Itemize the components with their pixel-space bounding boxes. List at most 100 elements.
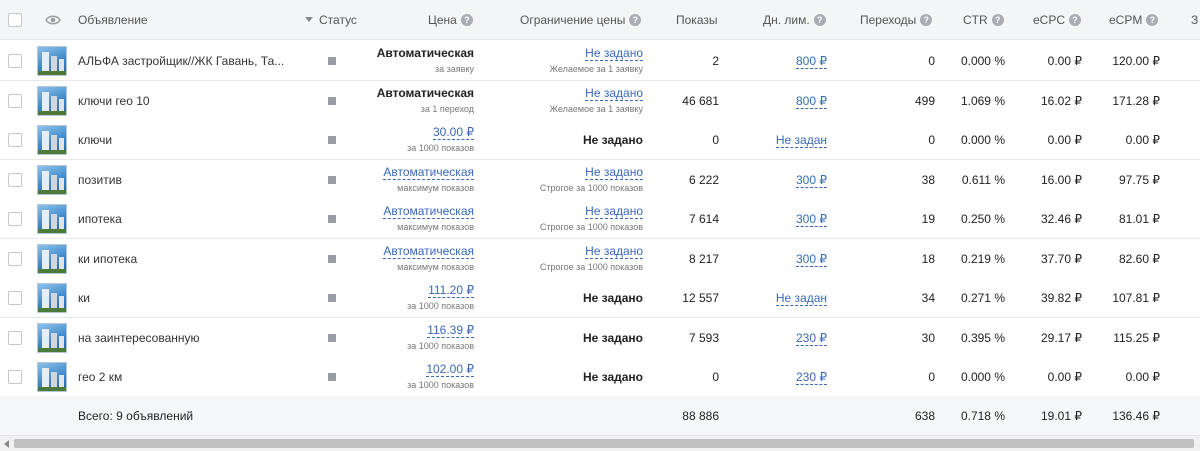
daily-limit-value[interactable]: 300 ₽ xyxy=(796,212,827,227)
help-icon[interactable]: ? xyxy=(1069,14,1082,26)
price-value[interactable]: 102.00 ₽ xyxy=(426,362,474,377)
sort-arrow-icon[interactable] xyxy=(305,17,313,22)
select-all-checkbox[interactable] xyxy=(8,13,22,27)
row-checkbox[interactable] xyxy=(8,251,22,266)
ad-thumbnail-image[interactable] xyxy=(37,204,67,234)
horizontal-scrollbar[interactable] xyxy=(0,436,1200,451)
daily-limit-cell[interactable]: 230 ₽ xyxy=(740,370,827,385)
daily-limit-cell[interactable]: 800 ₽ xyxy=(740,93,827,109)
price-value[interactable]: 30.00 ₽ xyxy=(433,125,474,140)
scrollbar-thumb[interactable] xyxy=(14,439,1194,448)
ad-name-link[interactable]: гео 2 км xyxy=(78,357,122,397)
ad-name-link[interactable]: ки ипотека xyxy=(78,239,137,279)
table-row[interactable]: ключи гео 10 Автоматическая за 1 переход Не… xyxy=(0,80,1200,121)
price-cell[interactable]: Автоматическая xyxy=(340,86,474,100)
eye-icon[interactable] xyxy=(45,12,61,28)
price-value[interactable]: Автоматическая xyxy=(383,243,474,259)
table-row[interactable]: ки ипотека Автоматическая максимум показов… xyxy=(0,238,1200,279)
price-value[interactable]: Автоматическая xyxy=(377,86,474,100)
col-header-status[interactable]: Статус xyxy=(319,0,357,40)
daily-limit-value[interactable]: 230 ₽ xyxy=(796,370,827,385)
table-row[interactable]: АЛЬФА застройщик//ЖК Гавань, Та... Автома… xyxy=(0,41,1200,81)
price-cell[interactable]: Автоматическая xyxy=(340,46,474,60)
clicks-value: 0 xyxy=(928,370,935,384)
price-cell[interactable]: Автоматическая xyxy=(340,204,474,219)
row-checkbox[interactable] xyxy=(8,54,22,68)
daily-limit-cell[interactable]: 230 ₽ xyxy=(740,330,827,346)
scroll-left-arrow-icon[interactable] xyxy=(4,440,9,448)
ecpc-value: 0.00 ₽ xyxy=(1047,54,1082,68)
ad-name-link[interactable]: ки xyxy=(78,278,90,318)
table-row[interactable]: ипотека Автоматическая максимум показов Не … xyxy=(0,199,1200,239)
col-header-ecpm[interactable]: eCPM? xyxy=(1109,0,1159,40)
daily-limit-value[interactable]: Не задан xyxy=(775,133,827,148)
col-header-ctr[interactable]: CTR? xyxy=(963,0,1004,40)
ad-thumbnail-image[interactable] xyxy=(37,125,67,155)
help-icon[interactable]: ? xyxy=(1146,14,1159,26)
col-header-more[interactable]: З xyxy=(1191,0,1198,40)
ad-thumbnail-image[interactable] xyxy=(37,322,67,353)
table-row[interactable]: гео 2 км 102.00 ₽ за 1000 показов Не задано… xyxy=(0,357,1200,397)
total-impressions: 88 886 xyxy=(682,409,719,423)
ad-thumbnail-image[interactable] xyxy=(37,283,67,313)
price-cell[interactable]: 30.00 ₽ xyxy=(340,125,474,140)
col-header-price-limit[interactable]: Ограничение цены? xyxy=(520,0,642,40)
daily-limit-value[interactable]: 800 ₽ xyxy=(796,93,827,109)
daily-limit-value[interactable]: Не задан xyxy=(775,291,827,306)
daily-limit-value[interactable]: 230 ₽ xyxy=(796,330,827,346)
table-row[interactable]: ключи 30.00 ₽ за 1000 показов Не задано 0 Не … xyxy=(0,120,1200,160)
table-row[interactable]: ки 111.20 ₽ за 1000 показов Не задано 12 557… xyxy=(0,278,1200,318)
row-checkbox[interactable] xyxy=(8,212,22,226)
ecpm-value: 81.01 ₽ xyxy=(1119,212,1160,226)
daily-limit-value[interactable]: 300 ₽ xyxy=(796,172,827,188)
daily-limit-value[interactable]: 800 ₽ xyxy=(796,54,827,69)
col-header-ad[interactable]: Объявление xyxy=(78,0,148,40)
daily-limit-cell[interactable]: Не задан xyxy=(740,133,827,148)
price-cell[interactable]: Автоматическая xyxy=(340,243,474,259)
help-icon[interactable]: ? xyxy=(813,14,826,26)
daily-limit-value[interactable]: 300 ₽ xyxy=(796,251,827,267)
col-header-price[interactable]: Цена? xyxy=(428,0,473,40)
price-value[interactable]: Автоматическая xyxy=(377,46,474,60)
row-checkbox[interactable] xyxy=(8,93,22,108)
price-cell[interactable]: 102.00 ₽ xyxy=(340,362,474,377)
row-checkbox[interactable] xyxy=(8,330,22,345)
ad-name-link[interactable]: ключи xyxy=(78,120,112,160)
daily-limit-cell[interactable]: 300 ₽ xyxy=(740,251,827,267)
help-icon[interactable]: ? xyxy=(460,14,473,26)
col-header-impressions[interactable]: Показы xyxy=(676,0,717,40)
price-cell[interactable]: 116.39 ₽ xyxy=(340,322,474,338)
col-header-daily-limit[interactable]: Дн. лим.? xyxy=(763,0,826,40)
price-value[interactable]: Автоматическая xyxy=(383,164,474,180)
price-value[interactable]: 116.39 ₽ xyxy=(427,322,474,338)
daily-limit-cell[interactable]: 800 ₽ xyxy=(740,54,827,69)
help-icon[interactable]: ? xyxy=(629,14,642,26)
row-checkbox[interactable] xyxy=(8,172,22,187)
daily-limit-cell[interactable]: Не задан xyxy=(740,291,827,306)
table-row[interactable]: на заинтересованную 116.39 ₽ за 1000 показ… xyxy=(0,317,1200,358)
help-icon[interactable]: ? xyxy=(991,14,1004,26)
row-checkbox[interactable] xyxy=(8,370,22,384)
ad-name-link[interactable]: ключи гео 10 xyxy=(78,81,150,121)
price-value[interactable]: 111.20 ₽ xyxy=(428,283,474,298)
ad-name-link[interactable]: АЛЬФА застройщик//ЖК Гавань, Та... xyxy=(78,41,284,81)
col-header-clicks[interactable]: Переходы? xyxy=(860,0,933,40)
daily-limit-cell[interactable]: 300 ₽ xyxy=(740,172,827,188)
row-checkbox[interactable] xyxy=(8,291,22,305)
ad-name-link[interactable]: на заинтересованную xyxy=(78,318,200,358)
help-icon[interactable]: ? xyxy=(920,14,933,26)
ad-thumbnail-image[interactable] xyxy=(37,46,67,76)
price-cell[interactable]: Автоматическая xyxy=(340,164,474,180)
price-value[interactable]: Автоматическая xyxy=(383,204,474,219)
ad-thumbnail-image[interactable] xyxy=(37,362,67,392)
row-checkbox[interactable] xyxy=(8,133,22,147)
ad-name-link[interactable]: ипотека xyxy=(78,199,122,239)
col-header-ecpc[interactable]: eCPC? xyxy=(1033,0,1082,40)
price-cell[interactable]: 111.20 ₽ xyxy=(340,283,474,298)
ad-thumbnail-image[interactable] xyxy=(37,243,67,274)
ad-name-link[interactable]: позитив xyxy=(78,160,122,200)
ad-thumbnail-image[interactable] xyxy=(37,164,67,195)
table-row[interactable]: позитив Автоматическая максимум показов Не … xyxy=(0,159,1200,200)
ad-thumbnail-image[interactable] xyxy=(37,85,67,116)
daily-limit-cell[interactable]: 300 ₽ xyxy=(740,212,827,227)
